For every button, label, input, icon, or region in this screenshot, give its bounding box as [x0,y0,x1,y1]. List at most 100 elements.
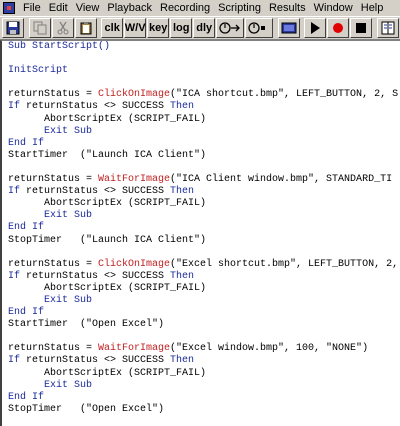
code-text: returnStatus = [8,258,99,270]
click-command-button[interactable]: clk [101,18,124,38]
code-area[interactable]: Sub StartScript() InitScript returnStatus … [8,41,398,416]
screen-icon [281,22,297,34]
code-line[interactable] [8,162,398,174]
code-line[interactable]: StopTimer ("Launch ICA Client") [8,235,398,247]
menu-view[interactable]: View [72,2,104,14]
code-function: ClickOnImage [98,258,171,270]
help-book-button[interactable] [376,18,399,38]
code-text: AbortScriptEx (SCRIPT_FAIL) [8,198,207,210]
menu-file[interactable]: File [19,2,45,14]
code-line[interactable]: AbortScriptEx (SCRIPT_FAIL) [8,283,398,295]
code-text: StopTimer ("Launch ICA Client") [8,234,207,246]
code-text: returnStatus = [8,343,99,355]
window-command-button[interactable]: W/V [124,18,147,38]
stop-icon [356,23,367,33]
timer-stop-button[interactable] [245,18,274,38]
code-line[interactable]: End If [8,392,398,404]
code-line[interactable]: StartTimer ("Launch ICA Client") [8,150,398,162]
code-keyword: Then [170,186,195,198]
play-button[interactable] [304,18,327,38]
book-icon [381,21,395,35]
code-line[interactable]: Exit Sub [8,380,398,392]
code-text: ("ICA shortcut.bmp", LEFT_BUTTON, 2, S [170,89,399,101]
code-line[interactable]: If returnStatus <> SUCCESS Then [8,271,398,283]
code-text: StartTimer ("Open Excel") [8,319,165,331]
code-text: StartTimer ("Launch ICA Client") [8,149,207,161]
code-line[interactable]: Exit Sub [8,295,398,307]
code-line[interactable] [8,247,398,259]
code-line[interactable] [8,53,398,65]
copy-button[interactable] [28,18,51,38]
code-text: returnStatus <> SUCCESS [20,270,171,282]
code-line[interactable] [8,77,398,89]
code-keyword: Then [170,355,195,367]
script-editor[interactable]: Sub StartScript() InitScript returnStatus … [0,40,400,426]
menu-playback[interactable]: Playback [103,2,156,14]
code-keyword: If [8,270,21,282]
copy-icon [33,21,47,35]
code-keyword: InitScript [8,65,69,77]
menu-window[interactable]: Window [310,2,357,14]
code-keyword: Exit Sub [44,379,93,391]
code-line[interactable]: AbortScriptEx (SCRIPT_FAIL) [8,368,398,380]
code-line[interactable]: InitScript [8,65,398,77]
code-line[interactable]: returnStatus = ClickOnImage("ICA shortcu… [8,89,398,101]
toolbar: clk W/V key log dly [0,16,400,40]
timer-start-button[interactable] [216,18,245,38]
play-icon [311,22,321,34]
code-line[interactable]: If returnStatus <> SUCCESS Then [8,355,398,367]
code-line[interactable]: StopTimer ("Open Excel") [8,404,398,416]
code-text: ("Excel shortcut.bmp", LEFT_BUTTON, 2, [170,258,399,270]
code-line[interactable]: AbortScriptEx (SCRIPT_FAIL) [8,198,398,210]
scissors-icon [57,21,69,35]
code-line[interactable]: If returnStatus <> SUCCESS Then [8,101,398,113]
code-keyword: End If [8,222,45,234]
log-command-button[interactable]: log [170,18,193,38]
code-line[interactable]: If returnStatus <> SUCCESS Then [8,186,398,198]
record-icon [333,23,344,33]
paste-button[interactable] [74,18,97,38]
code-line[interactable]: Sub StartScript() [8,41,398,53]
stop-button[interactable] [350,18,373,38]
record-button[interactable] [327,18,350,38]
timer-stop-icon [248,22,266,34]
code-line[interactable]: Exit Sub [8,210,398,222]
code-keyword: Then [170,270,195,282]
code-text: StopTimer ("Open Excel") [8,403,165,415]
code-function: ClickOnImage [98,89,171,101]
app-icon[interactable] [3,2,15,14]
code-line[interactable]: End If [8,222,398,234]
code-text: returnStatus = [8,89,99,101]
clipboard-icon [80,22,92,35]
code-text: returnStatus <> SUCCESS [20,186,171,198]
menu-help[interactable]: Help [357,2,388,14]
code-line[interactable]: Exit Sub [8,126,398,138]
menu-edit[interactable]: Edit [45,2,72,14]
key-command-button[interactable]: key [147,18,170,38]
menu-recording[interactable]: Recording [156,2,214,14]
cut-button[interactable] [51,18,74,38]
code-line[interactable]: returnStatus = WaitForImage("Excel windo… [8,343,398,355]
code-keyword: Exit Sub [44,294,93,306]
code-line[interactable]: End If [8,138,398,150]
code-line[interactable]: returnStatus = WaitForImage("ICA Client … [8,174,398,186]
code-keyword: Exit Sub [44,125,93,137]
delay-command-button[interactable]: dly [193,18,216,38]
code-line[interactable]: StartTimer ("Open Excel") [8,319,398,331]
code-line[interactable]: AbortScriptEx (SCRIPT_FAIL) [8,114,398,126]
code-line[interactable]: returnStatus = ClickOnImage("Excel short… [8,259,398,271]
code-keyword: Exit Sub [44,210,93,222]
menu-results[interactable]: Results [265,2,310,14]
code-keyword: End If [8,391,45,403]
code-line[interactable]: End If [8,307,398,319]
code-function: WaitForImage [98,174,171,186]
save-button[interactable] [2,18,24,38]
screen-capture-button[interactable] [277,18,300,38]
code-line[interactable] [8,331,398,343]
menu-bar: File Edit View Playback Recording Script… [0,0,400,16]
code-keyword: If [8,186,21,198]
menu-scripting[interactable]: Scripting [214,2,265,14]
code-keyword: Then [170,101,195,113]
